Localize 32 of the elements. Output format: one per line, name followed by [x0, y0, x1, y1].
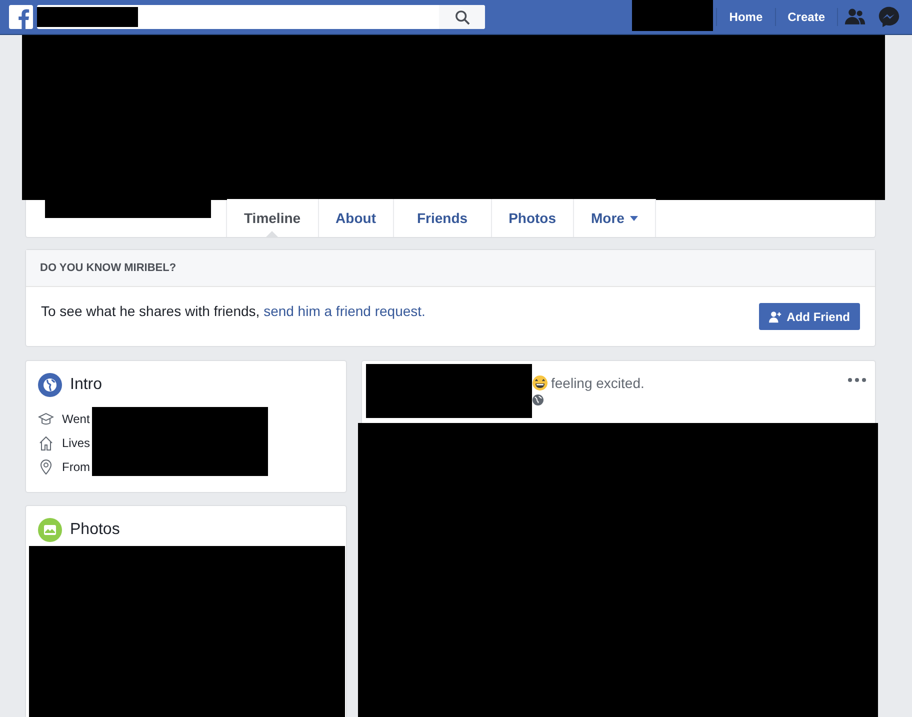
photo-icon	[38, 518, 62, 542]
message-text: To see what he shares with friends, send him a friend request.	[41, 303, 426, 319]
profile-tab[interactable]: More	[574, 199, 656, 237]
nav-link[interactable]: Create	[776, 10, 837, 24]
profile-tab[interactable]: About	[318, 199, 394, 237]
card-heading: DO YOU KNOW MIRIBEL?	[40, 262, 176, 274]
card-title: Photos	[70, 521, 120, 539]
location-pin-icon	[38, 459, 54, 475]
nav-link[interactable]: Home	[717, 10, 775, 24]
card-title: Intro	[70, 376, 102, 394]
graduation-cap-icon	[38, 411, 54, 427]
friend-request-link[interactable]: send him a friend request.	[264, 303, 426, 319]
globe-icon[interactable]	[532, 394, 544, 406]
feeling-text: feeling excited.	[551, 375, 644, 391]
messenger-icon[interactable]	[878, 6, 900, 28]
profile-tab[interactable]: Friends	[394, 199, 492, 237]
search-icon	[454, 10, 470, 24]
search-field[interactable]	[37, 5, 485, 29]
intro-label: Went	[62, 412, 90, 426]
intro-label: From	[62, 460, 90, 474]
add-friend-button[interactable]: Add Friend	[758, 303, 860, 330]
globe-icon	[38, 373, 62, 397]
intro-label: Lives	[62, 436, 90, 450]
grinning-face-icon	[532, 375, 548, 391]
more-options-icon[interactable]	[848, 378, 866, 382]
profile-tab[interactable]: Timeline	[227, 199, 319, 237]
profile-tab[interactable]: Photos	[492, 199, 574, 237]
facebook-logo-icon[interactable]	[9, 5, 33, 29]
search-button[interactable]	[439, 5, 485, 29]
add-person-icon	[768, 310, 782, 322]
caret-icon	[630, 216, 638, 220]
house-icon	[38, 435, 54, 451]
